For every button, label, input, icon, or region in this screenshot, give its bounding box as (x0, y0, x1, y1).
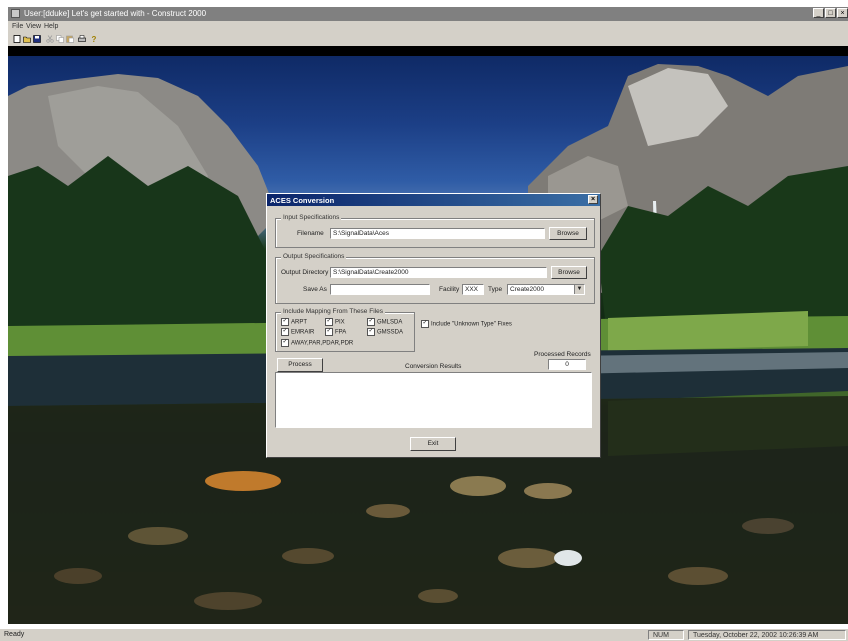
checkbox-arpt[interactable]: ✓ ARPT (281, 318, 307, 326)
facility-input[interactable]: XXX (462, 284, 484, 295)
checkbox-arpt-label: ARPT (291, 319, 308, 326)
checkbox-away-label: AWAY,PAR,PDAR,PDR (291, 340, 354, 347)
svg-text:?: ? (92, 35, 97, 43)
new-icon[interactable] (13, 35, 21, 43)
dialog-title-bar[interactable]: ACES Conversion × (267, 194, 600, 206)
checkbox-fpa[interactable]: ✓ FPA (325, 328, 346, 336)
conversion-results-label: Conversion Results (405, 363, 462, 370)
type-select[interactable]: Create2000 ▼ (507, 284, 585, 295)
open-icon[interactable] (23, 35, 31, 43)
processed-records-label: Processed Records (534, 351, 591, 358)
checkbox-pix-label: PIX (335, 319, 345, 326)
dialog-title: ACES Conversion (270, 196, 335, 205)
check-icon: ✓ (281, 318, 289, 326)
status-bar: Ready NUM Tuesday, October 22, 2002 10:2… (0, 628, 848, 641)
save-as-label: Save As (303, 286, 327, 293)
output-directory-input[interactable]: S:\SignalData\Create2000 (330, 267, 547, 278)
check-icon: ✓ (325, 318, 333, 326)
menu-bar: File View Help (8, 21, 848, 33)
help-icon[interactable]: ? (90, 35, 98, 43)
facility-label: Facility (439, 286, 460, 293)
checkbox-gmlsda[interactable]: ✓ GMLSDA (367, 318, 402, 326)
mapping-files-label: Include Mapping From These Files (281, 308, 385, 315)
menu-help[interactable]: Help (44, 23, 58, 30)
date-time: Tuesday, October 22, 2002 10:26:39 AM (688, 630, 846, 640)
output-specifications-group: Output Specifications (275, 253, 595, 304)
filename-label: Filename (297, 230, 324, 237)
dialog-close-button[interactable]: × (588, 195, 598, 204)
output-specifications-label: Output Specifications (281, 253, 347, 260)
checkbox-emrair[interactable]: ✓ EMRAIR (281, 328, 314, 336)
check-icon: ✓ (367, 318, 375, 326)
input-specifications-label: Input Specifications (281, 214, 342, 221)
close-button[interactable]: × (837, 8, 848, 18)
paste-icon[interactable] (66, 35, 74, 43)
menu-file[interactable]: File (12, 23, 23, 30)
status-text: Ready (4, 631, 25, 638)
process-button[interactable]: Process (277, 358, 323, 372)
menu-view[interactable]: View (26, 23, 41, 30)
app-icon (11, 9, 20, 18)
checkbox-unknown-type[interactable]: ✓ Include "Unknown Type" Fixes (421, 320, 512, 328)
aces-conversion-dialog: ACES Conversion × Input Specifications F… (266, 193, 601, 458)
save-as-input[interactable] (330, 284, 430, 295)
checkbox-fpa-label: FPA (335, 329, 347, 336)
app-title-bar[interactable]: User:[dduke] Let's get started with - Co… (8, 7, 848, 21)
chevron-down-icon[interactable]: ▼ (574, 285, 584, 294)
checkbox-unknown-label: Include "Unknown Type" Fixes (431, 321, 512, 328)
print-icon[interactable] (78, 35, 86, 43)
checkbox-gmssda[interactable]: ✓ GMSSDA (367, 328, 403, 336)
checkbox-away-par-pdar-pdr[interactable]: ✓ AWAY,PAR,PDAR,PDR (281, 339, 353, 347)
check-icon: ✓ (367, 328, 375, 336)
processed-records-value: 0 (548, 359, 586, 370)
checkbox-gmlsda-label: GMLSDA (377, 319, 403, 326)
type-select-value: Create2000 (510, 286, 544, 293)
check-icon: ✓ (281, 328, 289, 336)
checkbox-gmssda-label: GMSSDA (377, 329, 404, 336)
app-title: User:[dduke] Let's get started with - Co… (24, 9, 207, 18)
exit-button[interactable]: Exit (410, 437, 456, 451)
conversion-results-box[interactable] (275, 372, 592, 428)
window-frame-top (8, 46, 848, 56)
left-edge (0, 0, 8, 640)
copy-icon[interactable] (56, 35, 64, 43)
check-icon: ✓ (325, 328, 333, 336)
checkbox-pix[interactable]: ✓ PIX (325, 318, 345, 326)
output-directory-label: Output Directory (281, 269, 329, 276)
maximize-button[interactable]: □ (825, 8, 836, 18)
browse-filename-button[interactable]: Browse (549, 227, 587, 240)
check-icon: ✓ (421, 320, 429, 328)
browse-output-button[interactable]: Browse (551, 266, 587, 279)
filename-input[interactable]: S:\SignalData\Aces (330, 228, 545, 239)
checkbox-emrair-label: EMRAIR (291, 329, 315, 336)
cut-icon[interactable] (46, 35, 54, 43)
minimize-button[interactable]: _ (813, 8, 824, 18)
toolbar: ? (8, 33, 848, 47)
check-icon: ✓ (281, 339, 289, 347)
num-lock-indicator: NUM (648, 630, 684, 640)
save-icon[interactable] (33, 35, 41, 43)
type-label: Type (488, 286, 503, 293)
